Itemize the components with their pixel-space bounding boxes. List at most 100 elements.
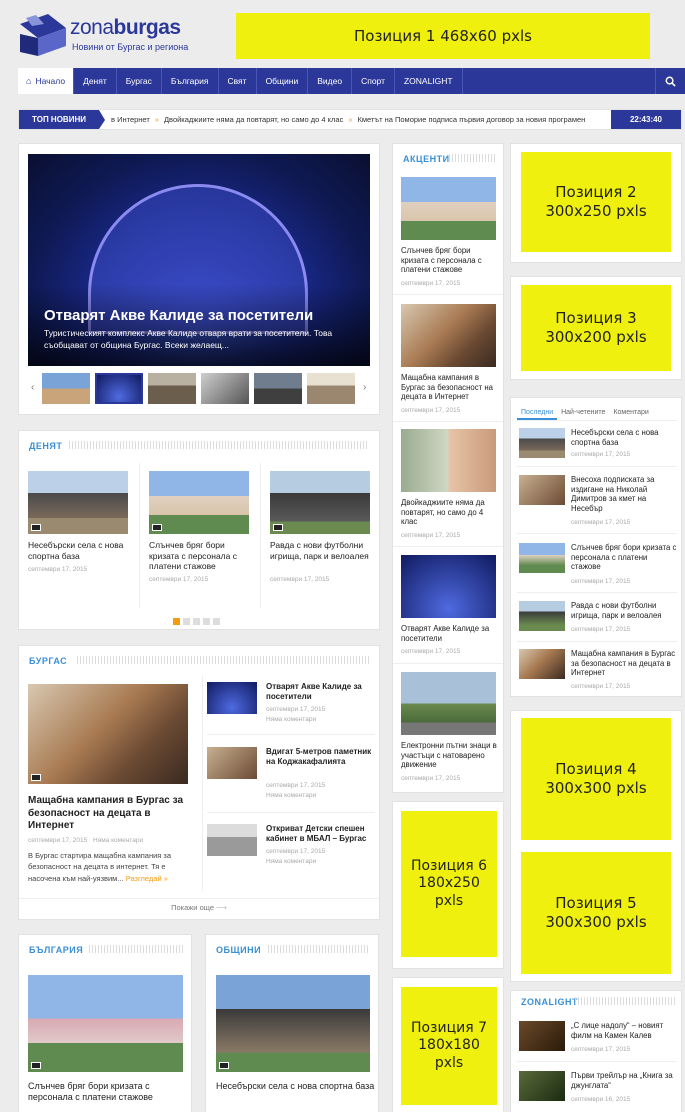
ad-position-5[interactable]: Позиция 5 300x300 pxls [521,852,671,974]
list-item-title[interactable]: Равда с нови футболни игрища, парк и вел… [571,601,677,620]
section-title[interactable]: ZONALIGHT [521,995,578,1009]
nav-item-denyat[interactable]: Денят [74,68,117,94]
comments-count[interactable]: Няма коментари [93,837,143,844]
article-title[interactable]: Двойкаджиите няма да повтарят, но само д… [401,498,499,527]
list-item-image[interactable] [519,475,565,505]
article-image[interactable] [149,471,249,534]
slider-thumb[interactable] [254,373,302,404]
search-button[interactable] [655,68,685,94]
article-title[interactable]: Мащабна кампания в Бургас за безопасност… [28,795,198,833]
pagination-dot-active[interactable] [173,618,180,625]
list-item-title[interactable]: Несебърски села с нова спортна база [571,428,677,447]
ticker-item[interactable]: Кметът на Поморие подписа първия договор… [358,115,586,124]
article-title[interactable]: Мащабна кампания в Бургас за безопасност… [401,373,499,402]
ad-position-1[interactable]: Позиция 1 468x60 pxls [236,13,650,59]
ticker-item[interactable]: Двойкаджиите няма да повтарят, но само д… [164,115,343,124]
slider-thumb[interactable] [201,373,249,404]
side-article-title[interactable]: Откриват Детски спешен кабинет в МБАЛ – … [266,824,374,844]
comments-count[interactable]: Няма коментари [266,716,316,723]
side-article-image[interactable] [207,747,257,779]
read-more-link[interactable]: Разгледай » [126,874,168,883]
tab-latest[interactable]: Последни [517,405,558,420]
comments-count[interactable]: Няма коментари [266,858,316,865]
row-divider [207,812,375,813]
section-title[interactable]: БУРГАС [29,654,67,668]
pagination-dot[interactable] [183,618,190,625]
section-title-decoration [449,154,497,162]
list-item-image[interactable] [519,543,565,573]
ad-position-6[interactable]: Позиция 6 180x250 pxls [401,811,497,957]
list-item-image[interactable] [519,649,565,679]
article-image[interactable] [401,429,496,492]
article-title[interactable]: Слънчев бряг бори кризата с персонала с … [149,540,254,572]
article-title[interactable]: Електронни пътни знаци в участъци с нато… [401,741,499,770]
list-item-image[interactable] [519,601,565,631]
section-title[interactable]: ОБЩИНИ [216,943,261,957]
article-image[interactable] [401,177,496,240]
section-title[interactable]: БЪЛГАРИЯ [29,943,83,957]
article-title[interactable]: Слънчев бряг бори кризата с персонала с … [28,1081,188,1104]
list-item-image[interactable] [519,1021,565,1051]
list-item-image[interactable] [519,428,565,458]
nav-item-svyat[interactable]: Свят [219,68,257,94]
pagination-dot[interactable] [193,618,200,625]
list-item-title[interactable]: „С лице надолу“ – новият филм на Камен К… [571,1021,677,1040]
ticker-item[interactable]: в Интернет [111,115,150,124]
nav-item-burgas[interactable]: Бургас [117,68,162,94]
list-item-image[interactable] [519,1071,565,1101]
list-item-title[interactable]: Слънчев бряг бори кризата с персонала с … [571,543,677,572]
ad-position-4[interactable]: Позиция 4 300x300 pxls [521,718,671,840]
side-article-image[interactable] [207,824,257,856]
slider-thumb[interactable] [95,373,143,404]
row-divider [517,533,677,534]
article-title[interactable]: Несебърски села с нова спортна база [28,540,133,561]
side-article-image[interactable] [207,682,257,714]
ad-position-2[interactable]: Позиция 2 300x250 pxls [521,152,671,252]
nav-item-obshtini[interactable]: Общини [257,68,309,94]
pagination-dot[interactable] [213,618,220,625]
article-title[interactable]: Слънчев бряг бори кризата с персонала с … [401,246,499,275]
section-title[interactable]: АКЦЕНТИ [403,152,450,166]
article-title[interactable]: Несебърски села с нова спортна база [216,1081,376,1092]
article-image[interactable] [28,975,183,1072]
ad-position-3[interactable]: Позиция 3 300x200 pxls [521,285,671,371]
article-image[interactable] [401,672,496,735]
nav-item-sport[interactable]: Спорт [352,68,395,94]
article-image[interactable] [401,555,496,618]
article-image[interactable] [28,471,128,534]
article-title[interactable]: Равда с нови футболни игрища, парк и вел… [270,540,375,561]
tab-comments[interactable]: Коментари [609,405,652,420]
featured-image[interactable]: Отварят Акве Калиде за посетители Турист… [28,154,370,366]
article-image[interactable] [270,471,370,534]
side-article-title[interactable]: Вдигат 5-метров паметник на Коджакафалия… [266,747,374,767]
logo[interactable]: zonaburgas Новини от Бургас и региона [18,10,218,60]
article-title[interactable]: Отварят Акве Калиде за посетители [401,624,499,643]
nav-item-zonalight[interactable]: ZONALIGHT [395,68,463,94]
pagination-dot[interactable] [203,618,210,625]
nav-item-home[interactable]: ⌂ Начало [18,68,75,94]
slider-thumb[interactable] [42,373,90,404]
article-image[interactable] [216,975,370,1072]
article-date: септември 17, 2015 [149,576,209,583]
list-item-date: септември 17, 2015 [571,451,631,458]
slider-next-arrow-icon[interactable]: › [363,382,366,393]
article-image[interactable] [28,684,188,784]
article-image[interactable] [401,304,496,367]
section-title[interactable]: ДЕНЯТ [29,439,62,453]
ad-position-2-label: Позиция 2 300x250 pxls [545,183,647,220]
list-item-title[interactable]: Мащабна кампания в Бургас за безопасност… [571,649,677,678]
show-more-button[interactable]: Покажи още ⟶ [19,903,379,912]
ticker-separator-icon: » [348,115,353,124]
ad-position-7[interactable]: Позиция 7 180x180 pxls [401,987,497,1105]
nav-item-bulgaria[interactable]: България [162,68,219,94]
slider-thumb[interactable] [307,373,355,404]
slider-thumb[interactable] [148,373,196,404]
featured-title[interactable]: Отварят Акве Калиде за посетители [44,307,364,324]
comments-count[interactable]: Няма коментари [266,792,316,799]
side-article-title[interactable]: Отварят Акве Калиде за посетители [266,682,374,702]
list-item-title[interactable]: Първи трейлър на „Книга за джунглата“ [571,1071,677,1090]
nav-item-video[interactable]: Видео [308,68,353,94]
slider-prev-arrow-icon[interactable]: ‹ [31,382,34,393]
list-item-title[interactable]: Внесоха подписката за издигане на Никола… [571,475,677,514]
tab-most-read[interactable]: Най-четените [557,405,609,420]
